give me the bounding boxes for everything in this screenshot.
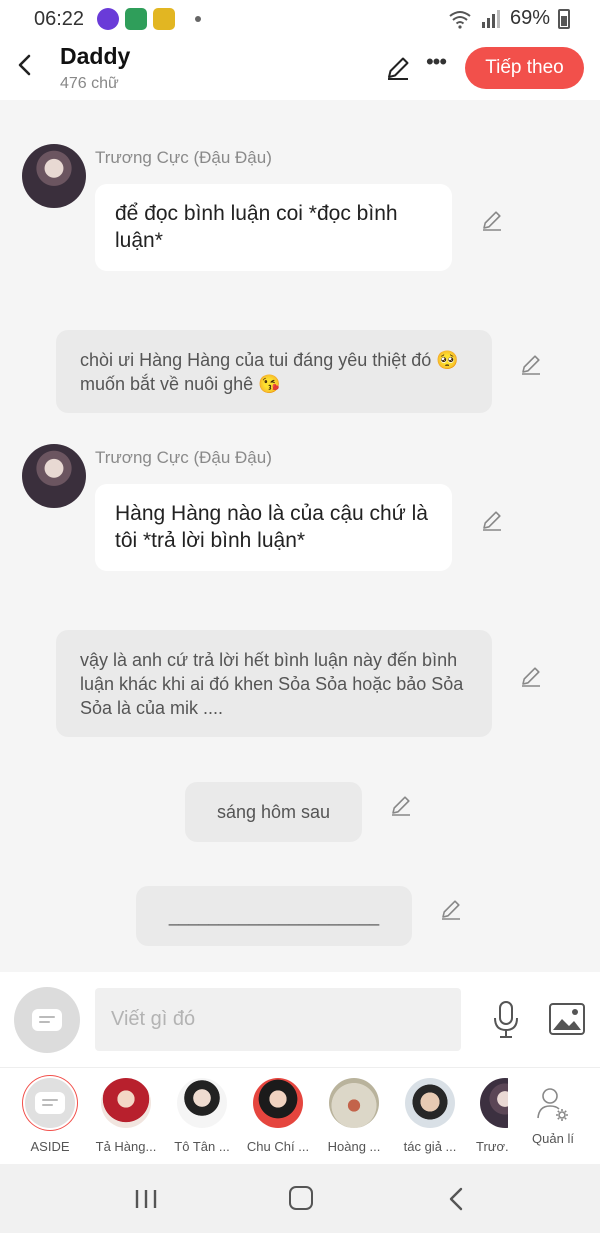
character-label: Quản lí	[532, 1131, 574, 1146]
manage-characters-button[interactable]: Quản lí	[515, 1078, 591, 1146]
character-strip: ASIDE Tả Hàng... Tô Tân ... Chu Chí ... …	[0, 1067, 600, 1164]
pencil-icon[interactable]	[439, 897, 463, 921]
narration-bubble[interactable]: chòi ưi Hàng Hàng của tui đáng yêu thiệt…	[56, 330, 492, 413]
back-nav-icon[interactable]	[446, 1186, 466, 1212]
avatar	[405, 1078, 455, 1128]
avatar	[253, 1078, 303, 1128]
status-time: 06:22	[34, 8, 85, 30]
aside-toggle-button[interactable]	[14, 987, 80, 1053]
app-notification-icon	[97, 8, 119, 30]
signal-icon	[481, 9, 500, 28]
avatar	[177, 1078, 227, 1128]
character-label: Hoàng ...	[327, 1139, 381, 1154]
status-bar: 06:22 69%	[0, 0, 600, 38]
aside-icon	[32, 1009, 62, 1031]
manage-user-icon	[537, 1088, 568, 1121]
avatar	[101, 1078, 151, 1128]
recent-apps-icon[interactable]	[134, 1188, 158, 1210]
character-label: Chu Chí ...	[246, 1139, 310, 1154]
avatar	[480, 1078, 508, 1128]
pencil-icon[interactable]	[384, 54, 412, 82]
character-label: Trươ...	[476, 1139, 508, 1154]
pencil-icon[interactable]	[389, 793, 413, 817]
character-item[interactable]: Hoàng ...	[316, 1078, 392, 1154]
chat-area[interactable]: Trương Cực (Đậu Đậu) để đọc bình luận co…	[0, 100, 600, 972]
wifi-icon	[449, 10, 471, 29]
character-label: Tô Tân ...	[174, 1139, 230, 1154]
microphone-icon[interactable]	[490, 1000, 522, 1040]
home-icon[interactable]	[289, 1186, 313, 1210]
character-label: Tả Hàng...	[95, 1139, 157, 1154]
sender-name: Trương Cực (Đậu Đậu)	[95, 148, 272, 167]
aside-avatar	[25, 1078, 75, 1128]
character-item[interactable]: Tô Tân ...	[164, 1078, 240, 1154]
pencil-icon[interactable]	[480, 508, 504, 532]
status-indicators: 69%	[448, 7, 570, 30]
notification-icons	[97, 8, 201, 30]
next-button[interactable]: Tiếp theo	[465, 47, 584, 89]
character-item[interactable]: Trươ...	[468, 1078, 508, 1154]
app-notification-icon	[153, 8, 175, 30]
pencil-icon[interactable]	[480, 208, 504, 232]
character-label: ASIDE	[30, 1139, 70, 1154]
aside-icon	[35, 1092, 65, 1114]
story-title: Daddy	[60, 43, 131, 69]
pencil-icon[interactable]	[519, 664, 543, 688]
image-icon[interactable]	[548, 1002, 586, 1036]
app-notification-icon	[125, 8, 147, 30]
character-label: tác giả ...	[403, 1139, 457, 1154]
narration-bubble[interactable]: vậy là anh cứ trả lời hết bình luận này …	[56, 630, 492, 737]
message-bubble[interactable]: Hàng Hàng nào là của cậu chứ là tôi *trả…	[95, 484, 452, 571]
back-arrow-icon[interactable]	[12, 52, 38, 78]
message-input[interactable]	[95, 988, 461, 1051]
more-icon[interactable]: •••	[424, 51, 448, 80]
message-bubble[interactable]: để đọc bình luận coi *đọc bình luận*	[95, 184, 452, 271]
word-count: 476 chữ	[60, 75, 119, 92]
avatar[interactable]	[22, 444, 86, 508]
sender-name: Trương Cực (Đậu Đậu)	[95, 448, 272, 467]
character-item[interactable]: Chu Chí ...	[240, 1078, 316, 1154]
narration-bubble[interactable]: _____________________	[136, 886, 412, 946]
battery-icon	[558, 8, 570, 29]
composer-bar	[0, 972, 600, 1067]
system-nav-bar	[0, 1164, 600, 1233]
character-item[interactable]: tác giả ...	[392, 1078, 468, 1154]
avatar[interactable]	[22, 144, 86, 208]
more-notifications-dot-icon	[195, 16, 201, 22]
character-item[interactable]: Tả Hàng...	[88, 1078, 164, 1154]
pencil-icon[interactable]	[519, 352, 543, 376]
avatar	[329, 1078, 379, 1128]
battery-percent: 69%	[509, 7, 550, 29]
editor-header: Daddy 476 chữ ••• Tiếp theo	[0, 38, 600, 100]
narration-bubble[interactable]: sáng hôm sau	[185, 782, 362, 842]
character-aside[interactable]: ASIDE	[12, 1078, 88, 1154]
